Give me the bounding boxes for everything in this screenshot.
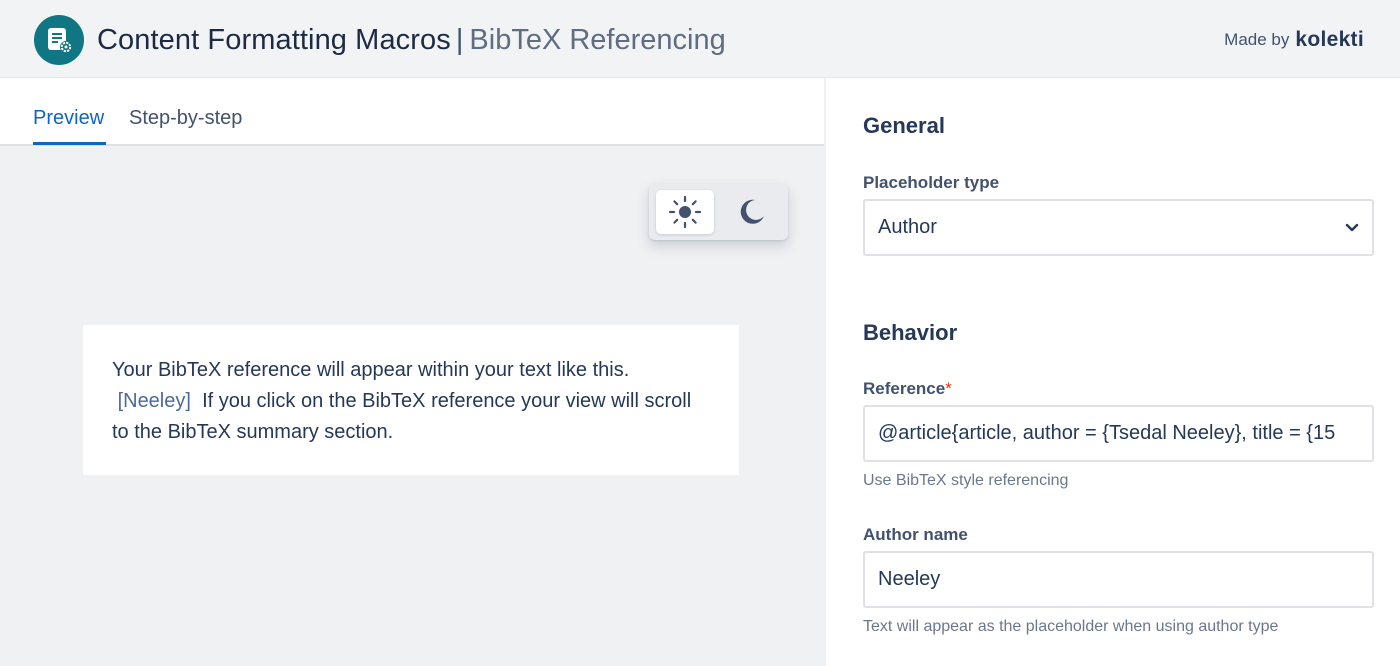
page-title: Content Formatting Macros | BibTeX Referen… <box>97 22 726 58</box>
reference-label-text: Reference <box>863 379 946 398</box>
reference-input-value: @article{article, author = {Tsedal Neele… <box>878 422 1336 444</box>
tab-preview[interactable]: Preview <box>33 107 104 130</box>
placeholder-type-label: Placeholder type <box>863 173 1000 192</box>
active-tab-indicator <box>33 142 106 145</box>
preview-text-before: Your BibTeX reference will appear within… <box>112 359 630 381</box>
settings-panel: General Placeholder type Author Behavior… <box>826 78 1400 666</box>
reference-helper-text: Use BibTeX style referencing <box>863 472 1069 489</box>
chevron-down-icon <box>1344 220 1360 236</box>
moon-icon <box>740 199 764 224</box>
app-header: Content Formatting Macros | BibTeX Referen… <box>0 0 1400 78</box>
dark-theme-button[interactable] <box>722 190 780 234</box>
reference-label: Reference* <box>863 379 952 399</box>
title-separator: | <box>455 24 464 56</box>
preview-card: Your BibTeX reference will appear within… <box>83 325 739 475</box>
bibtex-reference-link[interactable]: [Neeley] <box>118 390 191 412</box>
sun-icon <box>668 195 702 229</box>
required-indicator: * <box>945 379 952 398</box>
section-title-behavior: Behavior <box>863 320 958 345</box>
author-name-input[interactable]: Neeley <box>863 551 1374 608</box>
preview-panel: Preview Step-by-step Your BibTeX referen… <box>0 78 826 666</box>
macro-settings-icon <box>34 15 84 65</box>
section-title-general: General <box>863 113 945 138</box>
tab-bar: Preview Step-by-step <box>0 78 824 146</box>
page-title-main: Content Formatting Macros <box>97 24 451 56</box>
placeholder-type-value: Author <box>878 216 937 238</box>
tab-step-by-step[interactable]: Step-by-step <box>129 107 242 130</box>
brand-logo: kolekti <box>1295 28 1364 51</box>
light-theme-button[interactable] <box>656 190 714 234</box>
placeholder-type-select[interactable]: Author <box>863 199 1374 256</box>
preview-text-after: If you click on the BibTeX reference you… <box>112 390 692 443</box>
reference-input[interactable]: @article{article, author = {Tsedal Neele… <box>863 405 1374 462</box>
author-name-helper-text: Text will appear as the placeholder when… <box>863 618 1279 635</box>
page-title-sub: BibTeX Referencing <box>469 24 726 56</box>
made-by-label: Made by <box>1224 30 1290 49</box>
made-by-credit[interactable]: Made by kolekti <box>1224 28 1364 52</box>
theme-toggle <box>649 184 788 240</box>
author-name-value: Neeley <box>878 568 941 590</box>
author-name-label: Author name <box>863 525 968 544</box>
